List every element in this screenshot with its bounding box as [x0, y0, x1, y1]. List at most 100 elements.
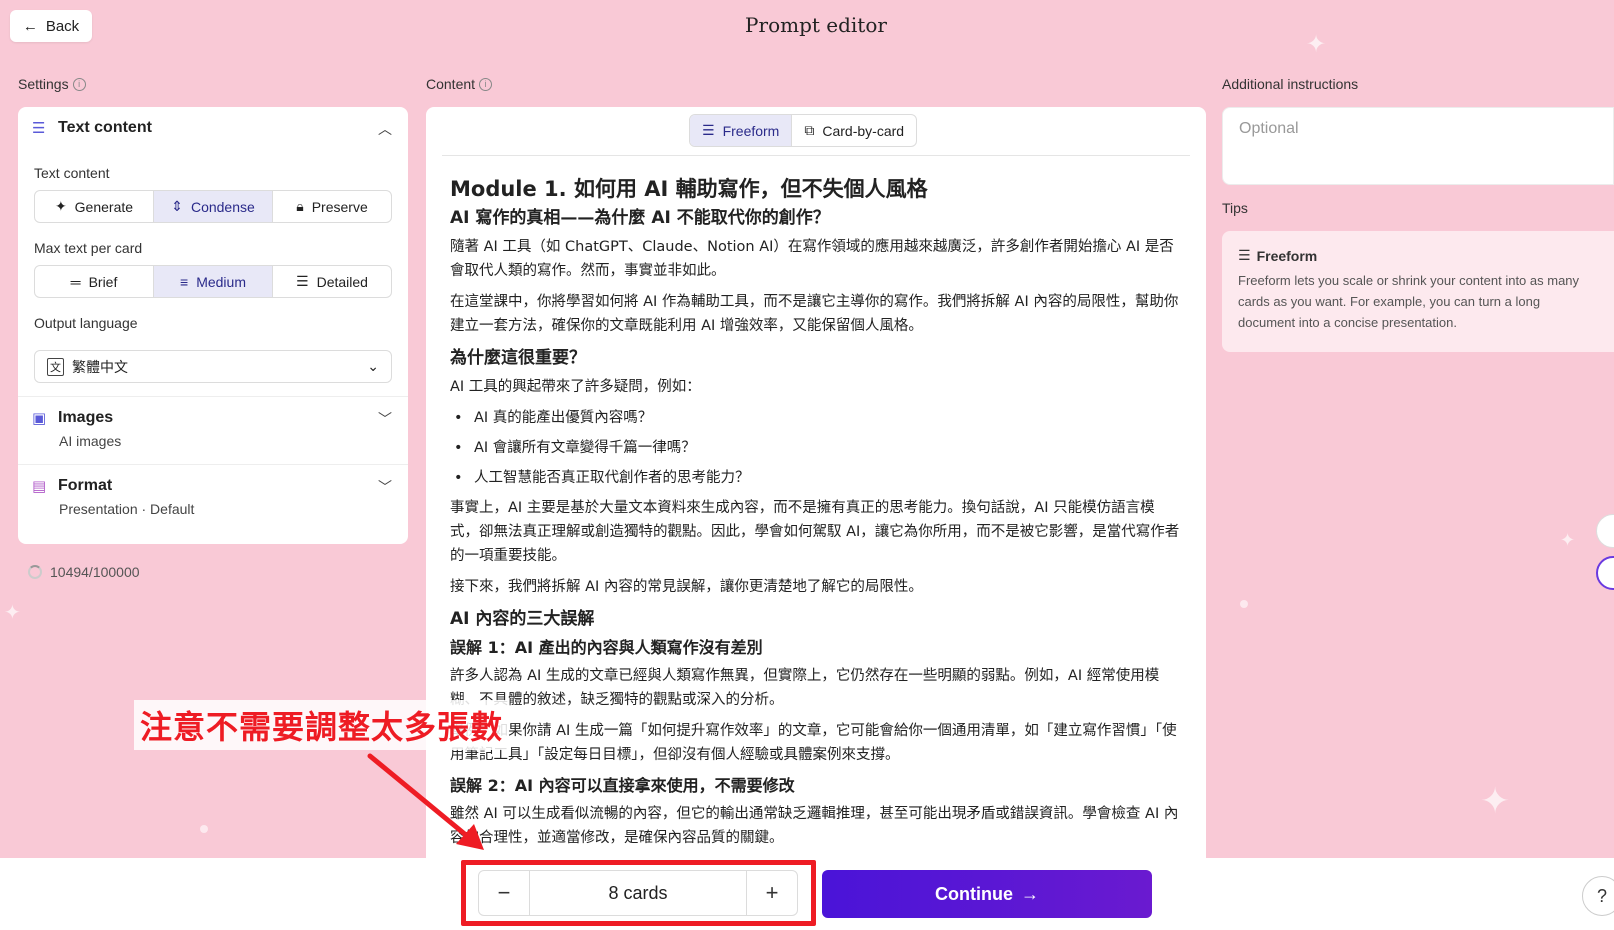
content-panel: ☰ Freeform ⧉ Card-by-card Module 1. 如何用 … [426, 107, 1206, 858]
annotation-highlight-box [461, 860, 816, 926]
max-text-segmented: ═ Brief ≡ Medium ☰ Detailed [34, 265, 392, 298]
detailed-label: Detailed [316, 273, 368, 290]
content-editor[interactable]: Module 1. 如何用 AI 輔助寫作，但不失個人風格 AI 寫作的真相——… [450, 175, 1180, 857]
text-content-field-label: Text content [34, 165, 110, 181]
content-label-text: Content [426, 76, 476, 92]
doc-bullet-list: AI 真的能產出優質內容嗎？ AI 會讓所有文章變得千篇一律嗎？ 人工智慧能否真… [450, 406, 1180, 490]
doc-subheading-3: 誤解 1：AI 產出的內容與人類寫作沒有差別 [450, 638, 763, 657]
doc-heading: Module 1. 如何用 AI 輔助寫作，但不失個人風格 [450, 177, 928, 201]
text-content-title: Text content [58, 119, 152, 136]
condense-label: Condense [190, 198, 255, 215]
tips-title: ☰ Freeform [1238, 247, 1598, 264]
doc-paragraph: 雖然 AI 可以生成看似流暢的內容，但它的輸出通常缺乏邏輯推理，甚至可能出現矛盾… [450, 806, 1179, 846]
medium-icon: ≡ [180, 273, 189, 290]
settings-label-text: Settings [18, 76, 69, 92]
doc-paragraph: 舉例：如果你請 AI 生成一篇「如何提升寫作效率」的文章，它可能會給你一個通用清… [450, 723, 1177, 763]
text-lines-icon: ☰ [1238, 247, 1251, 263]
continue-label: Continue [935, 883, 1013, 904]
chevron-down-icon: ⌄ [367, 358, 379, 374]
medium-label: Medium [196, 273, 246, 290]
brief-icon: ═ [70, 273, 81, 290]
lock-icon: 🔒︎ [296, 198, 304, 214]
generate-label: Generate [74, 198, 134, 215]
tab-card-by-card-label: Card-by-card [822, 122, 905, 139]
output-language-label: Output language [34, 315, 138, 331]
tab-card-by-card[interactable]: ⧉ Card-by-card [791, 115, 916, 146]
doc-subheading: AI 寫作的真相——為什麼 AI 不能取代你的創作？ [450, 208, 830, 228]
mode-toggle: ☰ Freeform ⧉ Card-by-card [689, 114, 918, 147]
doc-subheading: AI 內容的三大誤解 [450, 609, 595, 629]
additional-instructions-input[interactable]: Optional [1222, 107, 1614, 185]
condense-icon: ⇕ [171, 198, 183, 214]
generate-option[interactable]: ✦ Generate [35, 191, 154, 222]
dot-decoration [200, 825, 208, 833]
doc-paragraph: 許多人認為 AI 生成的文章已經與人類寫作無異，但實際上，它仍然存在一些明顯的弱… [450, 668, 1160, 708]
tips-text: Freeform lets you scale or shrink your c… [1238, 273, 1580, 330]
side-widget-button[interactable] [1596, 556, 1614, 590]
cards-icon: ⧉ [804, 122, 815, 138]
chevron-down-icon[interactable]: ﹀ [378, 477, 392, 497]
tab-freeform-label: Freeform [722, 122, 780, 139]
arrow-right-icon: → [1021, 883, 1039, 904]
output-language-select[interactable]: 文 繁體中文 ⌄ [34, 350, 392, 383]
format-header[interactable]: ▤ Format [32, 477, 112, 495]
chevron-up-icon[interactable]: ︿ [378, 119, 392, 139]
chevron-down-icon[interactable]: ﹀ [378, 409, 392, 429]
divider [442, 155, 1190, 156]
max-text-label: Max text per card [34, 240, 143, 256]
settings-panel: ☰ Text content ︿ Text content ✦ Generate… [18, 107, 408, 544]
sparkle-icon: ✦ [54, 198, 67, 214]
sparkle-decoration: ✦ [1560, 530, 1576, 550]
brief-label: Brief [88, 273, 118, 290]
doc-paragraph: 隨著 AI 工具（如 ChatGPT、Claude、Notion AI）在寫作領… [450, 239, 1174, 279]
output-language-value: 繁體中文 [72, 358, 128, 375]
continue-button[interactable]: Continue → [822, 870, 1152, 918]
text-content-header[interactable]: ☰ Text content [32, 119, 152, 137]
annotation-text: 注意不需要調整太多張數 [134, 700, 510, 750]
doc-subheading: 為什麼這很重要？ [450, 348, 586, 368]
page-title: Prompt editor [745, 13, 887, 37]
preserve-option[interactable]: 🔒︎ Preserve [273, 191, 391, 222]
doc-paragraph: AI 工具的興起帶來了許多疑問，例如： [450, 379, 701, 395]
text-lines-icon: ☰ [702, 122, 715, 138]
images-header[interactable]: ▣ Images [32, 409, 113, 427]
layout-icon: ▤ [32, 478, 47, 495]
text-content-segmented: ✦ Generate ⇕ Condense 🔒︎ Preserve [34, 190, 392, 223]
text-lines-icon: ☰ [32, 120, 46, 137]
credits-counter: 10494/100000 [28, 564, 140, 580]
help-button[interactable]: ? [1582, 876, 1614, 916]
language-icon: 文 [47, 357, 64, 376]
doc-paragraph: 在這堂課中，你將學習如何將 AI 作為輔助工具，而不是讓它主導你的寫作。我們將拆… [450, 294, 1179, 334]
images-subtitle: AI images [59, 433, 122, 449]
side-widget-button[interactable] [1596, 514, 1614, 548]
doc-paragraph: 事實上，AI 主要是基於大量文本資料來生成內容，而不是擁有真正的思考能力。換句話… [450, 500, 1180, 564]
content-label: Content i [426, 76, 493, 92]
divider [18, 396, 408, 397]
settings-label: Settings i [18, 76, 86, 92]
divider [18, 464, 408, 465]
dot-decoration [1240, 600, 1248, 608]
list-item: AI 真的能產出優質內容嗎？ [450, 406, 1180, 430]
tab-freeform[interactable]: ☰ Freeform [690, 115, 792, 146]
detailed-icon: ☰ [296, 273, 309, 289]
brief-option[interactable]: ═ Brief [35, 266, 154, 297]
tips-label: Tips [1222, 200, 1248, 216]
info-icon[interactable]: i [479, 77, 493, 91]
tips-card: ☰ Freeform Freeform lets you scale or sh… [1222, 231, 1614, 352]
info-icon[interactable]: i [72, 77, 86, 91]
medium-option[interactable]: ≡ Medium [154, 266, 273, 297]
list-item: 人工智慧能否真正取代創作者的思考能力？ [450, 466, 1180, 490]
list-item: AI 會讓所有文章變得千篇一律嗎？ [450, 436, 1180, 460]
additional-instructions-label: Additional instructions [1222, 76, 1359, 92]
credits-value: 10494/100000 [50, 564, 140, 580]
sparkle-decoration: ✦ [1480, 780, 1511, 821]
format-title: Format [58, 477, 113, 494]
loading-icon [28, 565, 42, 579]
images-title: Images [58, 409, 114, 426]
condense-option[interactable]: ⇕ Condense [154, 191, 273, 222]
format-subtitle: Presentation · Default [59, 501, 195, 517]
image-icon: ▣ [32, 410, 47, 427]
detailed-option[interactable]: ☰ Detailed [273, 266, 391, 297]
doc-paragraph: 接下來，我們將拆解 AI 內容的常見誤解，讓你更清楚地了解它的局限性。 [450, 579, 923, 595]
doc-subheading-3: 誤解 2：AI 內容可以直接拿來使用，不需要修改 [450, 776, 795, 795]
